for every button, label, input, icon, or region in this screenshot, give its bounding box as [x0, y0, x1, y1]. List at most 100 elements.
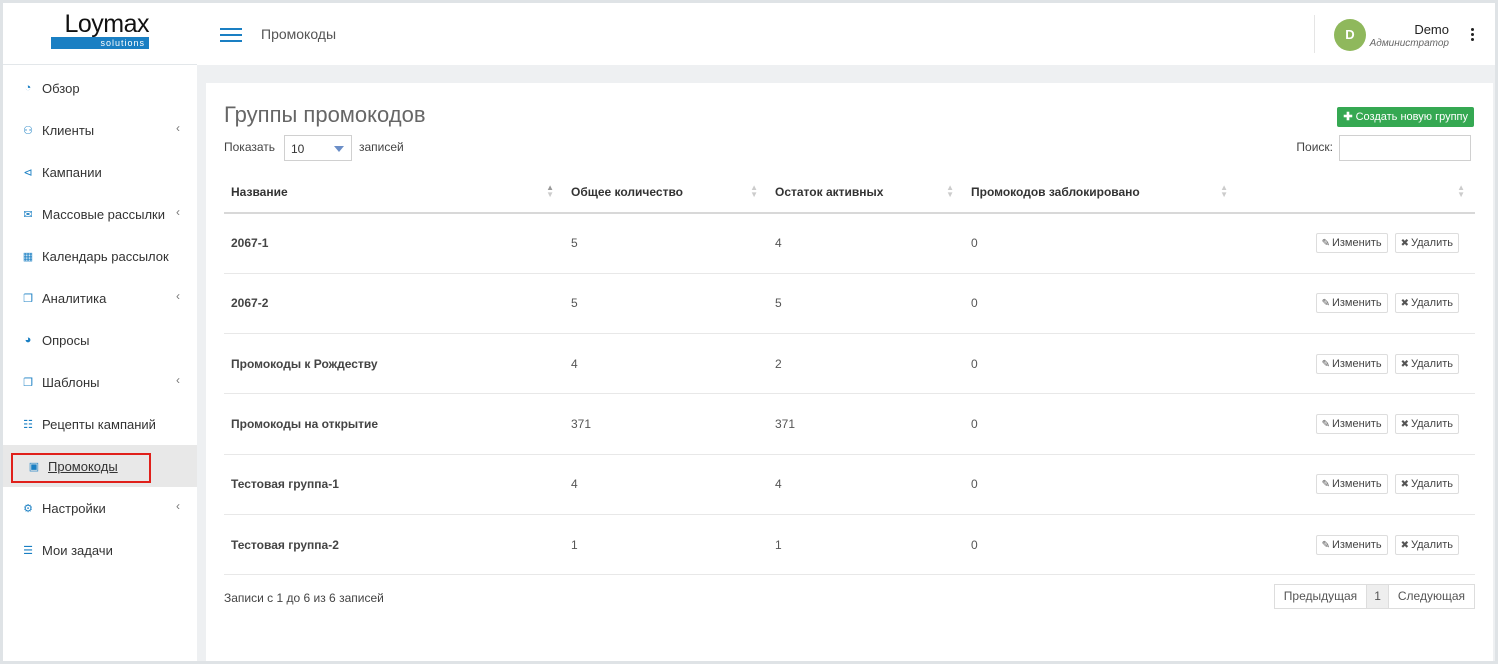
logo[interactable]: Loymax solutions: [51, 11, 149, 64]
pencil-icon: ✎: [1321, 298, 1330, 310]
pagination: Предыдущая 1 Следующая: [1273, 584, 1475, 609]
promo-groups-table: Название ▲ ▼ Общее количество ▲ ▼ Остаток ак…: [224, 171, 1475, 576]
cell-total: 1: [564, 514, 768, 576]
cell-active: 2: [768, 333, 964, 395]
delete-label: Удалить: [1411, 478, 1453, 491]
sidebar-item[interactable]: ✉ Массовые рассылки ‹: [3, 193, 197, 235]
sidebar-item[interactable]: ❐ Шаблоны ‹: [3, 361, 197, 403]
table-header-row: Название ▲ ▼ Общее количество ▲ ▼ Остаток ак…: [224, 171, 1475, 214]
sidebar-item-label: Кампании: [42, 164, 102, 180]
page-title: Группы промокодов: [224, 102, 426, 127]
sidebar-item[interactable]: ❐ Аналитика ‹: [3, 277, 197, 319]
cell-blocked: 0: [964, 454, 1238, 515]
create-group-label: Создать новую группу: [1355, 111, 1468, 123]
next-page-button[interactable]: Следующая: [1387, 584, 1475, 609]
envelope-icon: ✉: [23, 208, 33, 221]
edit-button[interactable]: ✎ Изменить: [1315, 414, 1388, 435]
edit-label: Изменить: [1331, 478, 1382, 491]
sidebar: Loymax solutions ◔ Обзор ⚇ Клиенты ‹ ⊲ Кампани…: [3, 3, 197, 661]
column-header-blocked[interactable]: Промокодов заблокировано ▲ ▼: [964, 171, 1238, 214]
sidebar-item[interactable]: ⊲ Кампании: [3, 151, 197, 193]
clone-icon: ❐: [23, 376, 33, 389]
avatar[interactable]: D: [1334, 19, 1366, 51]
sidebar-item[interactable]: ▣ Промокоды: [3, 445, 197, 487]
cell-actions: ✎ Изменить ✖ Удалить: [1238, 333, 1475, 395]
sort-icon: ▲ ▼: [546, 183, 554, 199]
edit-label: Изменить: [1331, 237, 1382, 250]
chevron-left-icon[interactable]: ‹: [176, 289, 180, 303]
edit-button[interactable]: ✎ Изменить: [1315, 293, 1388, 314]
delete-button[interactable]: ✖ Удалить: [1394, 353, 1459, 374]
user-name[interactable]: Demo: [1414, 22, 1449, 37]
delete-label: Удалить: [1411, 237, 1453, 250]
cell-actions: ✎ Изменить ✖ Удалить: [1238, 213, 1475, 274]
sidebar-item[interactable]: ◕ Опросы: [3, 319, 197, 361]
chevron-left-icon[interactable]: ‹: [176, 121, 180, 135]
cell-actions: ✎ Изменить ✖ Удалить: [1238, 514, 1475, 576]
delete-button[interactable]: ✖ Удалить: [1394, 534, 1459, 555]
edit-label: Изменить: [1331, 538, 1382, 551]
sidebar-item[interactable]: ⚇ Клиенты ‹: [3, 109, 197, 151]
delete-button[interactable]: ✖ Удалить: [1394, 233, 1459, 254]
edit-label: Изменить: [1331, 357, 1382, 370]
delete-label: Удалить: [1411, 538, 1453, 551]
delete-label: Удалить: [1411, 297, 1453, 310]
cell-blocked: 0: [964, 514, 1238, 576]
sidebar-item[interactable]: ☷ Рецепты кампаний: [3, 403, 197, 445]
cell-actions: ✎ Изменить ✖ Удалить: [1238, 393, 1475, 455]
edit-button[interactable]: ✎ Изменить: [1315, 474, 1388, 495]
table-row: Промокоды к Рождеству 4 2 0 ✎ Изменить ✖ Удалит…: [224, 333, 1475, 395]
create-group-button[interactable]: ✚ Создать новую группу: [1337, 107, 1474, 127]
cell-active: 371: [768, 393, 964, 455]
chevron-left-icon[interactable]: ‹: [176, 373, 180, 387]
cell-total: 371: [564, 393, 768, 455]
users-icon: ⚇: [23, 124, 33, 137]
cell-blocked: 0: [964, 333, 1238, 395]
share-icon: ⊲: [23, 166, 33, 179]
more-vertical-icon[interactable]: [1471, 28, 1475, 43]
logo-subtitle: solutions: [51, 37, 149, 49]
cell-blocked: 0: [964, 393, 1238, 455]
sidebar-item-label: Мои задачи: [42, 542, 113, 558]
search-input[interactable]: [1339, 135, 1471, 161]
header-divider: [1314, 15, 1315, 53]
content-panel: Группы промокодов ✚ Создать новую группу …: [206, 83, 1493, 661]
close-icon: ✖: [1400, 358, 1409, 370]
prev-page-button[interactable]: Предыдущая: [1273, 584, 1368, 609]
cell-blocked: 0: [964, 213, 1238, 274]
cell-total: 5: [564, 213, 768, 274]
sidebar-item-label: Опросы: [42, 332, 90, 348]
column-header-actions[interactable]: ▲ ▼: [1238, 171, 1475, 214]
menu-toggle-icon[interactable]: [220, 28, 242, 42]
page-button-current[interactable]: 1: [1366, 584, 1389, 609]
column-header-total[interactable]: Общее количество ▲ ▼: [564, 171, 768, 214]
delete-button[interactable]: ✖ Удалить: [1394, 293, 1459, 314]
delete-label: Удалить: [1411, 418, 1453, 431]
delete-button[interactable]: ✖ Удалить: [1394, 474, 1459, 495]
chevron-left-icon[interactable]: ‹: [176, 205, 180, 219]
chevron-left-icon[interactable]: ‹: [176, 499, 180, 513]
close-icon: ✖: [1400, 238, 1409, 250]
tasks-icon: ☰: [23, 544, 33, 557]
edit-label: Изменить: [1331, 297, 1382, 310]
table-info: Записи с 1 до 6 из 6 записей: [224, 591, 384, 605]
sidebar-item[interactable]: ▦ Календарь рассылок: [3, 235, 197, 277]
plus-icon: ✚: [1343, 111, 1353, 123]
page-length-select[interactable]: 10: [284, 135, 352, 161]
sidebar-item[interactable]: ☰ Мои задачи: [3, 529, 197, 571]
delete-button[interactable]: ✖ Удалить: [1394, 414, 1459, 435]
sidebar-item[interactable]: ◔ Обзор: [3, 67, 197, 109]
table-row: 2067-1 5 4 0 ✎ Изменить ✖ Удалить: [224, 213, 1475, 274]
column-header-active[interactable]: Остаток активных ▲ ▼: [768, 171, 964, 214]
cell-name: Тестовая группа-2: [224, 514, 564, 576]
edit-button[interactable]: ✎ Изменить: [1315, 534, 1388, 555]
edit-label: Изменить: [1331, 418, 1382, 431]
logo-area: Loymax solutions: [3, 3, 197, 65]
cell-active: 5: [768, 273, 964, 335]
sidebar-item-label: Рецепты кампаний: [42, 416, 156, 432]
table-row: Тестовая группа-2 1 1 0 ✎ Изменить ✖ Удалить: [224, 514, 1475, 576]
edit-button[interactable]: ✎ Изменить: [1315, 233, 1388, 254]
column-header-name[interactable]: Название ▲ ▼: [224, 171, 564, 214]
sidebar-item[interactable]: ⚙ Настройки ‹: [3, 487, 197, 529]
edit-button[interactable]: ✎ Изменить: [1315, 353, 1388, 374]
